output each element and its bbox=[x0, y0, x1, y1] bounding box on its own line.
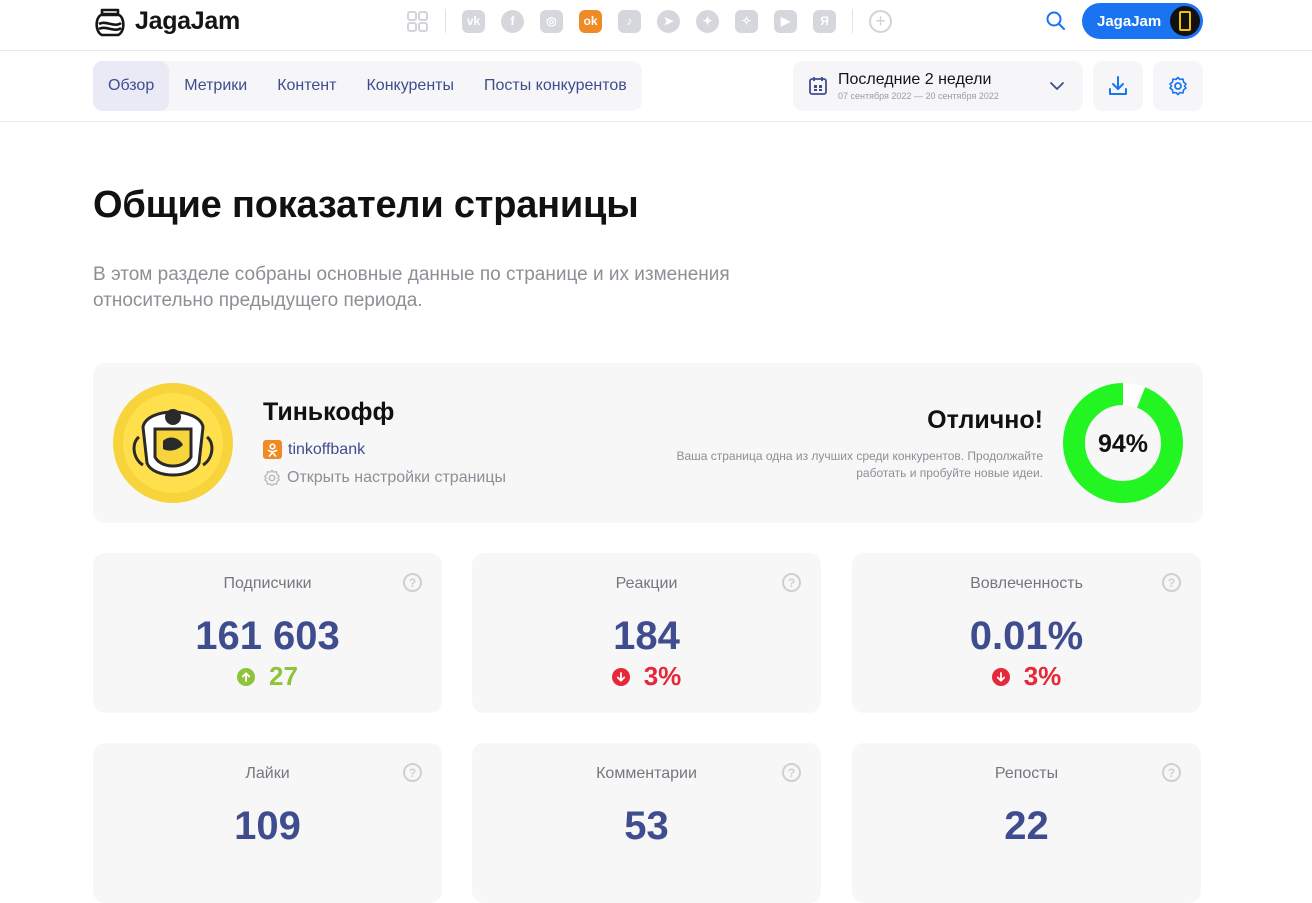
page-name: Тинькофф bbox=[263, 398, 395, 426]
tiktok-icon[interactable]: ♪ bbox=[618, 9, 641, 33]
download-button[interactable] bbox=[1093, 61, 1143, 111]
stat-delta: 3% bbox=[852, 661, 1201, 692]
logo[interactable]: JagaJam bbox=[93, 3, 240, 39]
stat-delta-value: 3% bbox=[1023, 661, 1062, 691]
account-label: JagaJam bbox=[1097, 12, 1162, 30]
gear-icon bbox=[1169, 76, 1187, 96]
stat-card-engagement: Вовлеченность ? 0.01% 3% bbox=[852, 553, 1201, 713]
odnoklassniki-icon bbox=[263, 440, 282, 459]
stat-delta: 27 bbox=[93, 661, 442, 692]
jagajam-logo-icon bbox=[95, 8, 125, 37]
stat-label: Лайки bbox=[245, 765, 290, 782]
telegram-icon[interactable]: ➤ bbox=[657, 9, 680, 33]
stat-value: 184 bbox=[613, 614, 680, 658]
add-network-icon[interactable]: + bbox=[869, 9, 892, 33]
sub-navigation: Обзор Метрики Контент Конкуренты Посты к… bbox=[0, 51, 1312, 122]
account-avatar bbox=[1170, 6, 1200, 36]
tab-metrics[interactable]: Метрики bbox=[169, 61, 262, 111]
tab-competitors[interactable]: Конкуренты bbox=[351, 61, 469, 111]
facebook-icon[interactable]: f bbox=[501, 9, 524, 33]
help-icon[interactable]: ? bbox=[1162, 573, 1181, 592]
score-label: 94% bbox=[1098, 430, 1148, 458]
page-description: В этом разделе собраны основные данные п… bbox=[93, 264, 730, 311]
arrow-down-icon bbox=[611, 667, 630, 686]
account-button[interactable]: JagaJam bbox=[1082, 3, 1203, 39]
instagram-icon[interactable]: ◎ bbox=[540, 9, 563, 33]
tab-content[interactable]: Контент bbox=[262, 61, 351, 111]
stat-label: Репосты bbox=[994, 765, 1059, 782]
vk-icon[interactable]: vk bbox=[462, 9, 485, 33]
gear-icon bbox=[264, 469, 280, 487]
section-tabs: Обзор Метрики Контент Конкуренты Посты к… bbox=[93, 61, 642, 111]
page-handle-link[interactable]: tinkoffbank bbox=[263, 440, 365, 459]
divider bbox=[852, 9, 853, 33]
score-gauge: 94% bbox=[1063, 383, 1183, 503]
stat-card-reactions: Реакции ? 184 3% bbox=[472, 553, 821, 713]
stat-card-subscribers: Подписчики ? 161 603 27 bbox=[93, 553, 442, 713]
yappy-icon[interactable]: Я bbox=[813, 9, 836, 33]
period-range: 07 сентября 2022 — 20 сентября 2022 bbox=[838, 91, 999, 101]
stat-card-likes: Лайки ? 109 bbox=[93, 743, 442, 903]
help-icon[interactable]: ? bbox=[782, 763, 801, 782]
zen-icon[interactable]: ✧ bbox=[735, 9, 758, 33]
period-selector[interactable]: Последние 2 недели 07 сентября 2022 — 20… bbox=[793, 61, 1083, 111]
divider bbox=[445, 9, 446, 33]
tab-competitor-posts[interactable]: Посты конкурентов bbox=[469, 61, 642, 111]
social-network-switcher: vk f ◎ ok ♪ ➤ ✦ ✧ ▶ Я + bbox=[406, 9, 908, 33]
youtube-icon[interactable]: ▶ bbox=[774, 9, 797, 33]
rating-description: Ваша страница одна из лучших среди конку… bbox=[676, 449, 1043, 480]
logo-text: JagaJam bbox=[135, 6, 240, 35]
tab-overview[interactable]: Обзор bbox=[93, 61, 170, 111]
page-title: Общие показатели страницы bbox=[93, 184, 639, 226]
stat-delta-value: 27 bbox=[269, 661, 298, 691]
odnoklassniki-icon[interactable]: ok bbox=[579, 9, 602, 33]
page-handle: tinkoffbank bbox=[288, 440, 366, 458]
profile-card: Тинькофф tinkoffbank Открыть настройки с… bbox=[93, 363, 1203, 523]
stat-delta: 3% bbox=[472, 661, 821, 692]
stat-value: 161 603 bbox=[195, 614, 340, 658]
calendar-icon bbox=[809, 77, 827, 95]
stat-value: 0.01% bbox=[969, 614, 1084, 658]
stat-value: 53 bbox=[624, 804, 669, 848]
download-icon bbox=[1109, 76, 1127, 95]
top-bar: JagaJam vk f ◎ ok ♪ ➤ ✦ ✧ ▶ Я + JagaJam bbox=[0, 0, 1312, 51]
stat-value: 22 bbox=[1004, 804, 1049, 848]
twitter-icon[interactable]: ✦ bbox=[696, 9, 719, 33]
help-icon[interactable]: ? bbox=[403, 763, 422, 782]
arrow-up-icon bbox=[237, 667, 256, 686]
search-icon[interactable] bbox=[1043, 8, 1069, 34]
chevron-down-icon bbox=[1050, 82, 1064, 90]
help-icon[interactable]: ? bbox=[1162, 763, 1181, 782]
open-page-settings-label: Открыть настройки страницы bbox=[287, 469, 507, 486]
help-icon[interactable]: ? bbox=[782, 573, 801, 592]
stat-label: Подписчики bbox=[223, 575, 312, 592]
tinkoff-logo-avatar bbox=[113, 383, 233, 503]
stat-label: Вовлеченность bbox=[970, 575, 1083, 592]
stat-delta-value: 3% bbox=[643, 661, 682, 691]
rating-title: Отлично! bbox=[927, 406, 1043, 434]
open-page-settings-link[interactable]: Открыть настройки страницы bbox=[263, 469, 506, 487]
stat-card-reposts: Репосты ? 22 bbox=[852, 743, 1201, 903]
stat-value: 109 bbox=[234, 804, 301, 848]
stat-label: Комментарии bbox=[596, 765, 697, 782]
period-title: Последние 2 недели bbox=[838, 71, 992, 88]
stat-card-comments: Комментарии ? 53 bbox=[472, 743, 821, 903]
help-icon[interactable]: ? bbox=[403, 573, 422, 592]
arrow-down-icon bbox=[991, 667, 1010, 686]
apps-grid-icon[interactable] bbox=[406, 10, 429, 33]
settings-button[interactable] bbox=[1153, 61, 1203, 111]
stat-label: Реакции bbox=[615, 575, 678, 592]
